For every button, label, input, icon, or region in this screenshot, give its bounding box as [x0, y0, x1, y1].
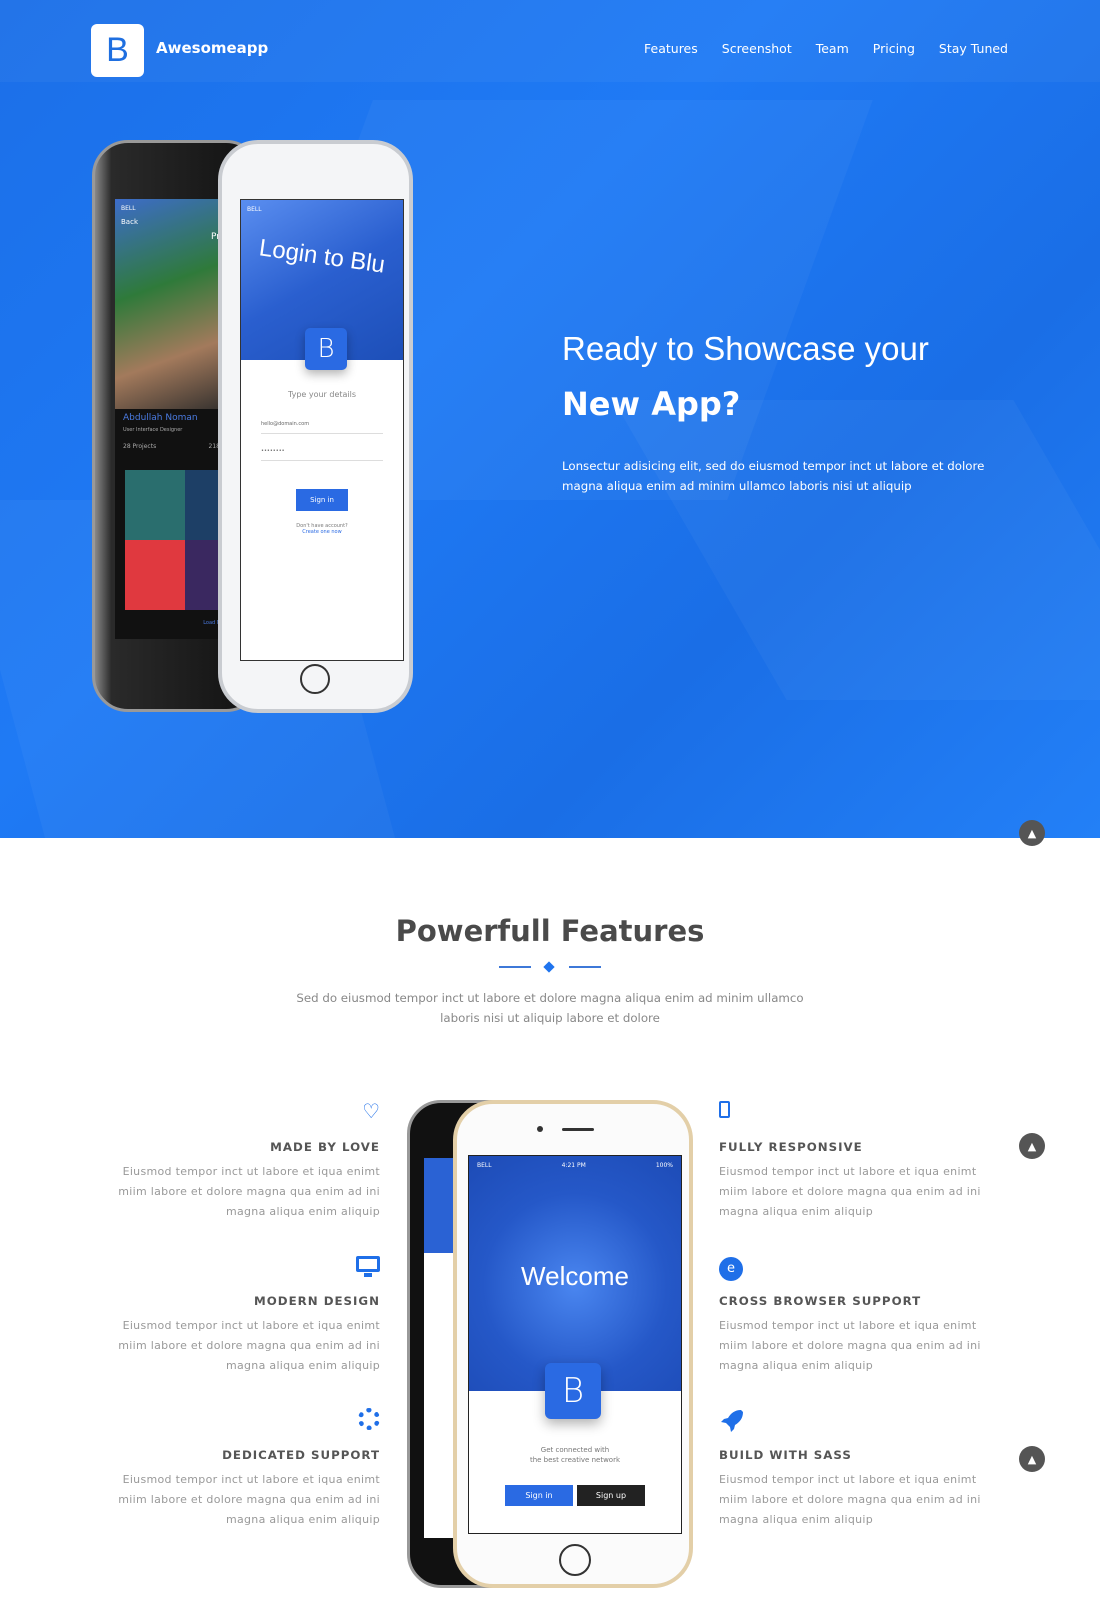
title-divider	[0, 961, 1100, 973]
chevron-up-icon: ▲	[1027, 826, 1037, 840]
nav-link-team[interactable]: Team	[816, 41, 849, 56]
brand-name[interactable]: Awesomeapp	[156, 39, 268, 57]
hero-heading: Ready to Showcase your	[562, 330, 929, 367]
app-logo: B	[545, 1363, 601, 1419]
features-subtitle: Sed do eiusmod tempor inct ut labore et …	[250, 988, 850, 1028]
feature-cross-browser: e CROSS BROWSER SUPPORT Eiusmod tempor i…	[719, 1254, 999, 1376]
password-field: ••••••••	[261, 448, 383, 461]
chevron-up-icon: ▲	[1027, 1139, 1037, 1153]
feature-text: Eiusmod tempor inct ut labore et iqua en…	[719, 1165, 981, 1218]
firefox-icon: e	[719, 1254, 999, 1281]
tagline: Get connected with	[540, 1446, 610, 1454]
chevron-up-icon: ▲	[1027, 1452, 1037, 1466]
login-prompt: Type your details	[287, 390, 357, 399]
feature-title: BUILD WITH SASS	[719, 1448, 852, 1462]
phone-signin-button: Sign in	[505, 1485, 573, 1506]
home-button	[559, 1544, 591, 1576]
rocket-icon	[719, 1408, 999, 1432]
nav-link-features[interactable]: Features	[644, 41, 698, 56]
heart-icon: ♡	[362, 1099, 380, 1123]
feature-dedicated-support: DEDICATED SUPPORT Eiusmod tempor inct ut…	[100, 1408, 380, 1530]
feature-title: CROSS BROWSER SUPPORT	[719, 1294, 922, 1308]
phone-signup-button: Sign up	[577, 1485, 645, 1506]
mobile-icon	[719, 1100, 999, 1122]
navbar: B Awesomeapp Features Screenshot Team Pr…	[0, 0, 1100, 82]
nav-link-pricing[interactable]: Pricing	[873, 41, 915, 56]
nav-link-screenshot[interactable]: Screenshot	[722, 41, 792, 56]
feature-text: Eiusmod tempor inct ut labore et iqua en…	[118, 1319, 380, 1372]
feature-title: MADE BY LOVE	[270, 1140, 380, 1154]
lifebuoy-icon	[100, 1408, 380, 1430]
hero-heading-strong: New App?	[562, 385, 741, 423]
hero-paragraph: Lonsectur adisicing elit, sed do eiusmod…	[562, 459, 985, 493]
phone-signin-button: Sign in	[296, 489, 348, 511]
feature-text: Eiusmod tempor inct ut labore et iqua en…	[719, 1319, 981, 1372]
status-text: BELL	[477, 1162, 492, 1169]
feature-title: FULLY RESPONSIVE	[719, 1140, 863, 1154]
feature-fully-responsive: FULLY RESPONSIVE Eiusmod tempor inct ut …	[719, 1100, 999, 1222]
phone-front-screen: BELL 4:21 PM 100% Welcome B Get connecte…	[468, 1155, 682, 1534]
nav-link-stay-tuned[interactable]: Stay Tuned	[939, 41, 1008, 56]
feature-text: Eiusmod tempor inct ut labore et iqua en…	[719, 1473, 981, 1526]
feature-title: MODERN DESIGN	[254, 1294, 380, 1308]
phone-front-screen: BELL Login to Blu B Type your details he…	[240, 199, 404, 661]
create-account-link: Create one now	[302, 529, 342, 535]
status-battery: 100%	[655, 1162, 673, 1169]
features-title: Powerfull Features	[395, 914, 705, 948]
feature-modern-design: MODERN DESIGN Eiusmod tempor inct ut lab…	[100, 1254, 380, 1376]
login-title: Login to Blu	[257, 234, 387, 279]
logo[interactable]: B	[91, 24, 144, 77]
scroll-to-top-button[interactable]: ▲	[1019, 1133, 1045, 1159]
feature-text: Eiusmod tempor inct ut labore et iqua en…	[118, 1473, 380, 1526]
feature-made-by-love: ♡ MADE BY LOVE Eiusmod tempor inct ut la…	[100, 1100, 380, 1222]
feature-title: DEDICATED SUPPORT	[222, 1448, 380, 1462]
phone-camera	[537, 1126, 543, 1132]
projects-count: 28 Projects	[123, 443, 157, 450]
scroll-to-top-button[interactable]: ▲	[1019, 820, 1045, 846]
email-field: hello@domain.com	[261, 421, 383, 434]
hero-phone-front: BELL Login to Blu B Type your details he…	[218, 140, 413, 713]
subtitle-line: laboris nisi ut aliquip labore et dolore	[440, 1011, 660, 1025]
status-text: BELL	[247, 206, 262, 213]
home-button	[300, 664, 330, 694]
features-phone-front: BELL 4:21 PM 100% Welcome B Get connecte…	[453, 1100, 693, 1588]
phone-speaker	[562, 1128, 594, 1131]
hero-section: B Awesomeapp Features Screenshot Team Pr…	[0, 0, 1100, 838]
monitor-icon	[100, 1254, 380, 1277]
feature-text: Eiusmod tempor inct ut labore et iqua en…	[118, 1165, 380, 1218]
app-logo: B	[305, 328, 347, 370]
nav-links: Features Screenshot Team Pricing Stay Tu…	[644, 41, 1008, 56]
scroll-to-top-button[interactable]: ▲	[1019, 1446, 1045, 1472]
subtitle-line: Sed do eiusmod tempor inct ut labore et …	[296, 991, 804, 1005]
feature-build-with-sass: BUILD WITH SASS Eiusmod tempor inct ut l…	[719, 1408, 999, 1530]
status-time: 4:21 PM	[561, 1162, 586, 1169]
tagline: the best creative network	[529, 1456, 621, 1464]
welcome-text: Welcome	[521, 1261, 629, 1291]
